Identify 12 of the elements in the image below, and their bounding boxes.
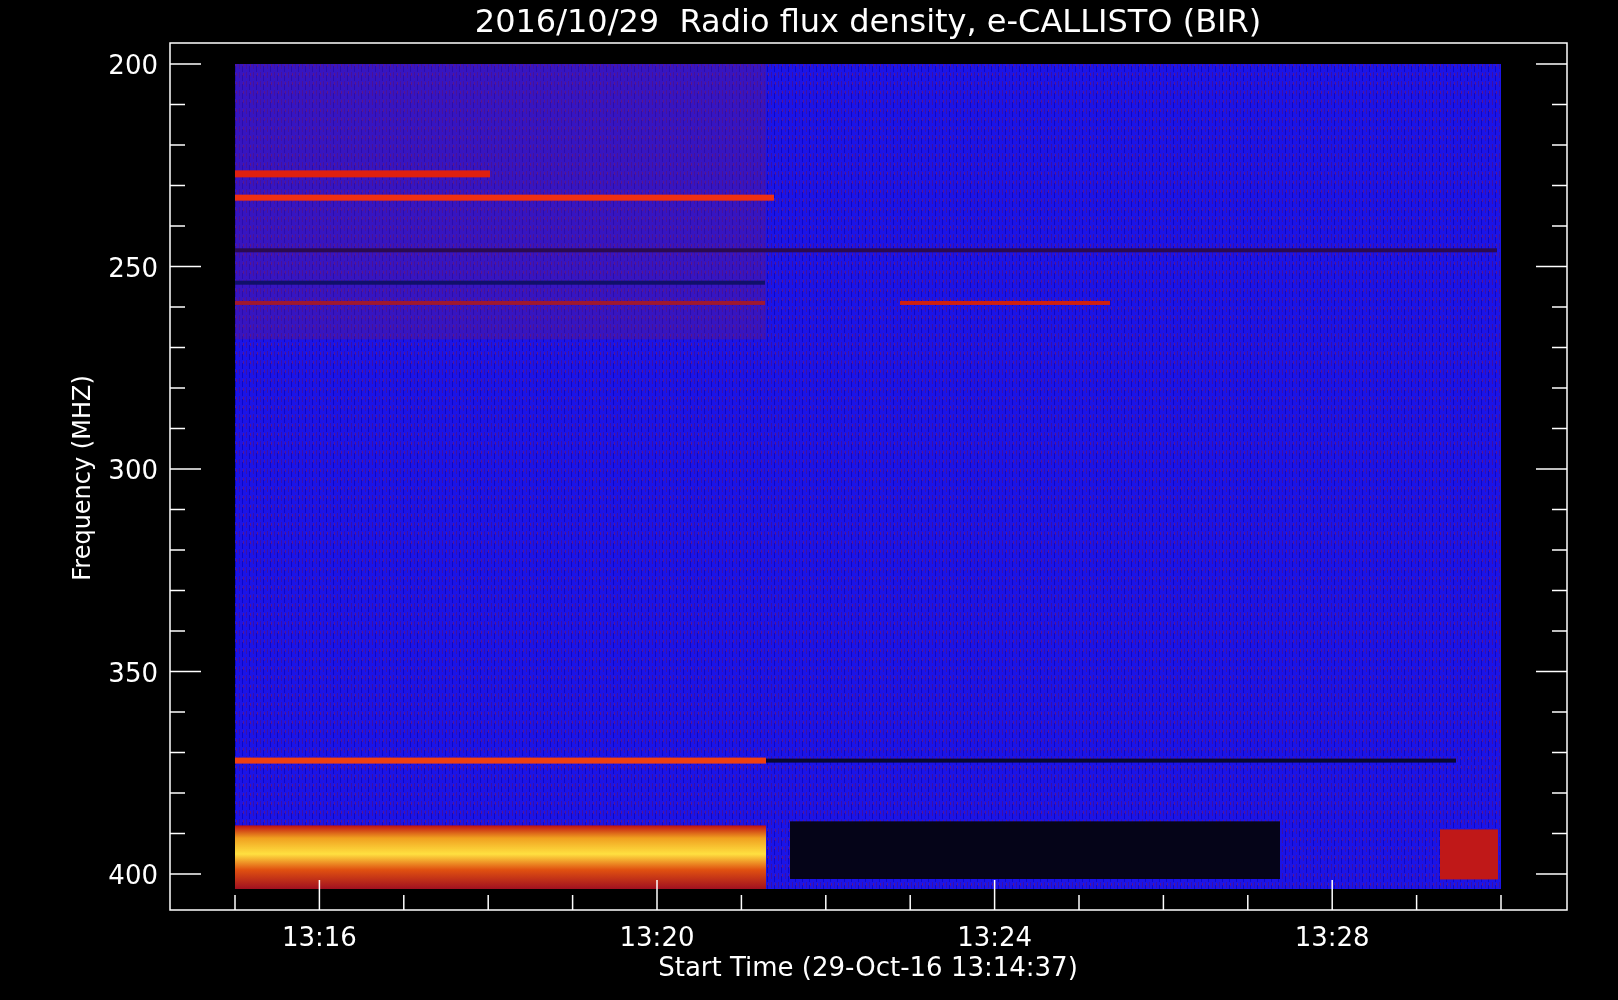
tick-label: 13:28 [1294,922,1370,952]
tick-label: 13:16 [281,922,357,952]
axis-label: Start Time (29-Oct-16 13:14:37) [658,952,1078,982]
tick-label: 13:20 [619,922,695,952]
tick-label: 200 [108,50,158,80]
tick-label: 250 [108,252,158,283]
tick-label: 350 [108,657,158,688]
chart-title: 2016/10/29 Radio flux density, e-CALLISTO (BIR) [474,2,1262,40]
axis-label: Frequency (MHZ) [68,375,96,581]
tick-label: 300 [108,455,158,485]
tick-label: 400 [108,860,158,890]
tick-label: 13:24 [957,922,1033,952]
